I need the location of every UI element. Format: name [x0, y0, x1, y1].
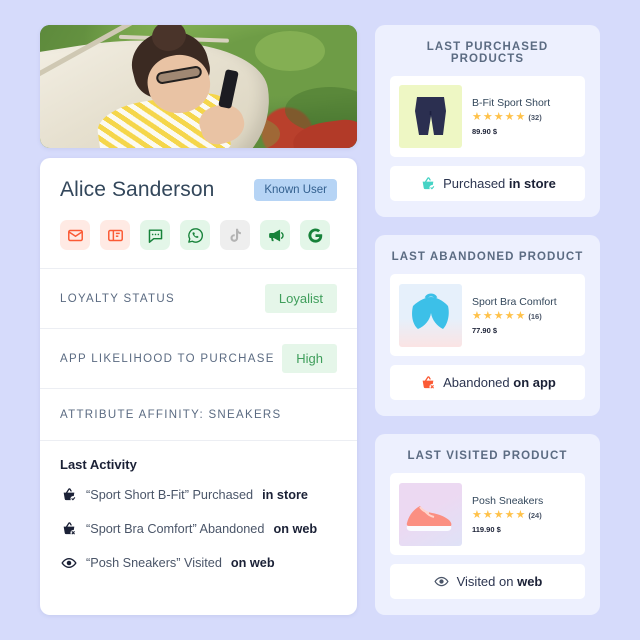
sms-icon[interactable]: [140, 220, 170, 250]
newsletter-icon[interactable]: [100, 220, 130, 250]
channel-icon-row: [40, 216, 357, 268]
eye-icon: [60, 554, 77, 571]
profile-column: Alice Sanderson Known User LOYALTY STATU…: [40, 25, 357, 615]
product-card[interactable]: Sport Bra Comfort ★ ★ ★ ★ ★ (16) 77.90 $: [390, 274, 585, 356]
panel-last-abandoned: Last Abandoned Product Sport Bra Comfort…: [375, 235, 600, 416]
panel-title: Last Visited Product: [407, 450, 568, 462]
product-image-sport-shorts: [399, 85, 462, 148]
basket-check-icon: [60, 486, 77, 503]
status-text: Purchased: [443, 176, 509, 191]
profile-card: Alice Sanderson Known User LOYALTY STATU…: [40, 158, 357, 615]
activity-text: “Sport Bra Comfort” Abandoned: [86, 521, 265, 536]
review-count: (24): [528, 510, 542, 520]
list-item: “Sport Bra Comfort” Abandoned on web: [60, 520, 337, 537]
tiktok-icon[interactable]: [220, 220, 250, 250]
status-text: Visited on: [456, 574, 518, 589]
activity-channel: in store: [262, 487, 308, 502]
product-info: B-Fit Sport Short ★ ★ ★ ★ ★ (32) 89.90 $: [472, 97, 550, 136]
product-info: Posh Sneakers ★ ★ ★ ★ ★ (24) 119.90 $: [472, 495, 543, 534]
status-channel: web: [517, 574, 543, 589]
activity-text: “Posh Sneakers” Visited: [86, 555, 222, 570]
profile-hero-photo: [40, 25, 357, 148]
product-image-sneakers: [399, 482, 462, 546]
status-bar-abandoned: Abandoned on app: [390, 365, 585, 400]
rating: ★ ★ ★ ★ ★ (32): [472, 111, 542, 123]
section-title: Last Activity: [60, 457, 137, 472]
attribute-label: Attribute Affinity: Sneakers: [60, 408, 282, 421]
panel-title: Last Abandoned Product: [391, 251, 584, 263]
product-name: B-Fit Sport Short: [472, 97, 551, 109]
panel-title: Last Purchased Products: [426, 41, 549, 65]
product-info: Sport Bra Comfort ★ ★ ★ ★ ★ (16) 77.90 $: [472, 296, 557, 335]
basket-x-icon: [419, 374, 436, 391]
panel-last-purchased: Last Purchased Products B-Fit Sport Shor…: [375, 25, 600, 217]
activity-channel: on web: [273, 521, 318, 536]
attribute-value: High: [282, 344, 337, 373]
attribute-label: Loyalty Status: [60, 292, 175, 305]
email-icon[interactable]: [60, 220, 90, 250]
status-bar-visited: Visited on web: [390, 564, 585, 599]
review-count: (16): [528, 311, 542, 321]
basket-check-icon: [419, 175, 436, 192]
activity-channel: on web: [230, 555, 275, 570]
product-name: Posh Sneakers: [472, 494, 544, 507]
attribute-row-loyalty-status: Loyalty Status Loyalist: [40, 268, 357, 328]
product-price: 89.90 $: [472, 127, 498, 136]
status-text: Abandoned: [443, 375, 514, 390]
product-card[interactable]: B-Fit Sport Short ★ ★ ★ ★ ★ (32) 89.90 $: [390, 76, 585, 157]
whatsapp-icon[interactable]: [180, 220, 210, 250]
rating: ★ ★ ★ ★ ★ (24): [472, 508, 542, 521]
attribute-label: App Likelihood to Purchase: [60, 352, 275, 365]
product-image-sport-bra: [399, 283, 462, 347]
product-price: 77.90 $: [472, 325, 498, 335]
product-name: Sport Bra Comfort: [472, 295, 557, 308]
dashboard-root: Alice Sanderson Known User LOYALTY STATU…: [0, 0, 640, 640]
activity-text: “Sport Short B-Fit” Purchased: [86, 487, 254, 502]
page-title: Alice Sanderson: [60, 178, 215, 201]
product-price: 119.90 $: [472, 524, 501, 534]
list-item: “Sport Short B-Fit” Purchased in store: [60, 486, 337, 503]
attribute-row-affinity: Attribute Affinity: Sneakers: [40, 388, 357, 440]
status-badge: Known User: [254, 179, 337, 201]
basket-x-icon: [60, 520, 77, 537]
status-bar-purchased: Purchased in store: [390, 166, 585, 201]
hero-photo-image: [40, 25, 357, 148]
panel-last-visited: Last Visited Product Posh Sneakers ★ ★ ★ ★ ★…: [375, 434, 600, 615]
push-notification-icon[interactable]: [260, 220, 290, 250]
google-icon[interactable]: [300, 220, 330, 250]
review-count: (32): [528, 113, 542, 122]
status-channel: in store: [508, 176, 556, 191]
product-panels-column: Last Purchased Products B-Fit Sport Shor…: [375, 25, 600, 615]
eye-icon: [433, 573, 450, 590]
status-channel: on app: [513, 375, 556, 390]
list-item: “Posh Sneakers” Visited on web: [60, 554, 337, 571]
attribute-row-app-likelihood: App Likelihood to Purchase High: [40, 328, 357, 388]
attribute-value: Loyalist: [264, 284, 337, 313]
product-card[interactable]: Posh Sneakers ★ ★ ★ ★ ★ (24) 119.90 $: [390, 473, 585, 555]
profile-header: Alice Sanderson Known User: [40, 158, 357, 216]
last-activity-section: Last Activity “Sport Short B-Fit” Purcha…: [40, 440, 357, 591]
rating: ★ ★ ★ ★ ★ (16): [472, 309, 542, 322]
